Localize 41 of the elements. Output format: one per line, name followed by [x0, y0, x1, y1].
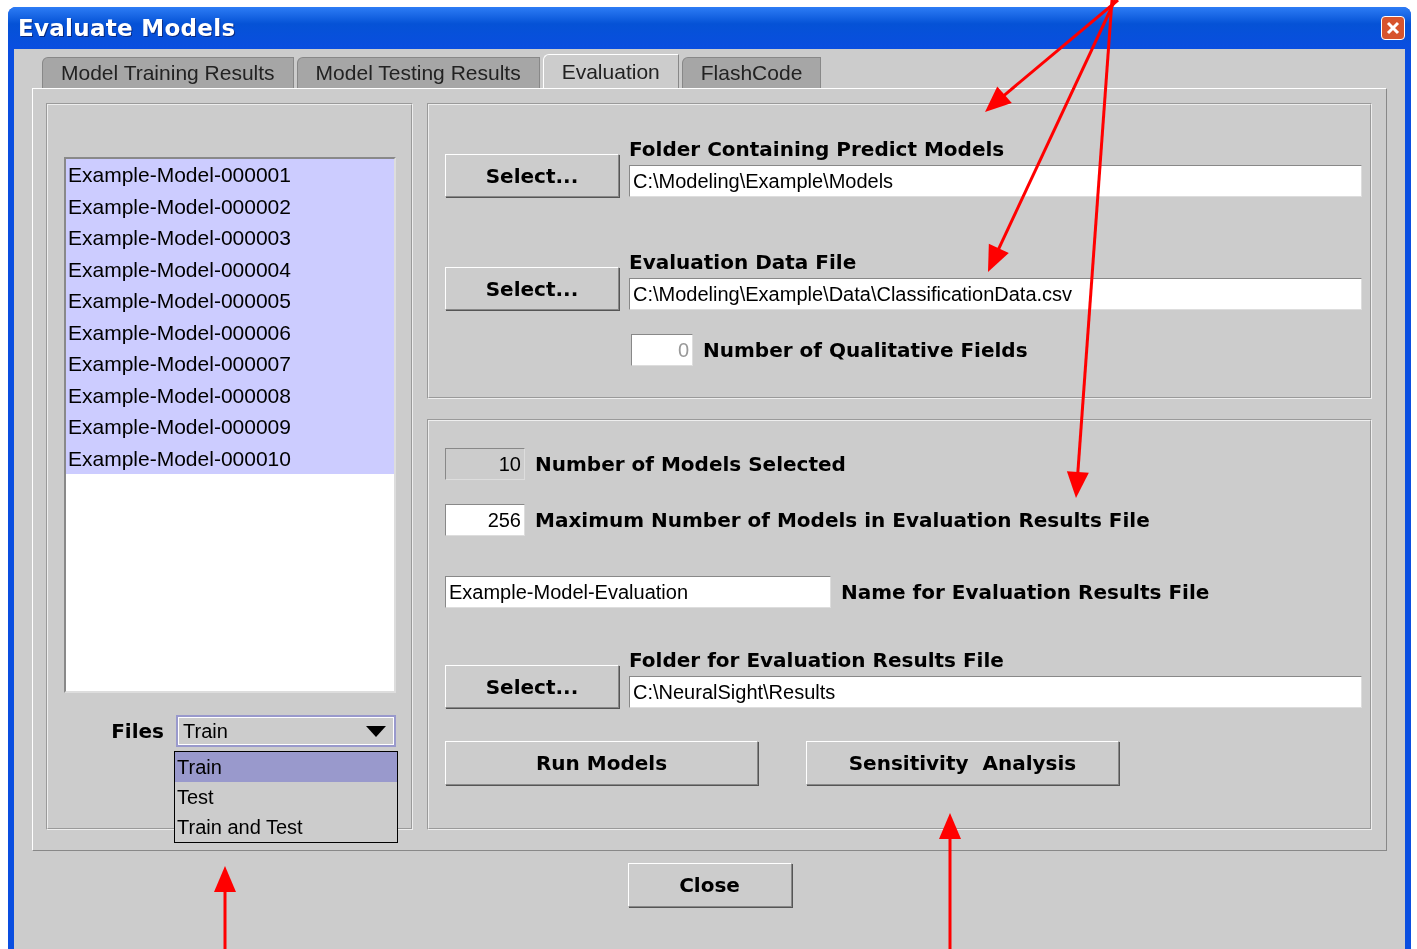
files-dropdown[interactable]: Train — [176, 715, 396, 747]
number-field[interactable]: 256 — [445, 504, 525, 536]
list-item[interactable]: Example-Model-000002 — [66, 190, 394, 222]
close-button[interactable]: Close — [627, 863, 792, 907]
name-field[interactable]: Example-Model-Evaluation — [445, 576, 831, 608]
list-item[interactable]: Example-Model-000005 — [66, 285, 394, 317]
list-item[interactable]: Example-Model-000006 — [66, 316, 394, 348]
files-label: Files — [111, 719, 164, 743]
list-item[interactable]: Example-Model-000009 — [66, 411, 394, 443]
model-list[interactable] — [64, 157, 396, 693]
path-field[interactable]: C:\Modeling\Example\Data\ClassificationData.csv — [629, 278, 1362, 310]
select-button[interactable]: Select... — [445, 665, 619, 708]
field-label: Name for Evaluation Results File — [841, 580, 1210, 604]
list-item[interactable]: Example-Model-000010 — [66, 442, 394, 474]
field-label: Number of Qualitative Fields — [703, 338, 1028, 362]
caret-icon — [366, 725, 386, 737]
list-item[interactable]: Example-Model-000003 — [66, 222, 394, 254]
tab[interactable]: FlashCode — [681, 57, 822, 88]
path-field[interactable]: C:\Modeling\Example\Models — [629, 165, 1362, 197]
select-button[interactable]: Select... — [445, 267, 619, 310]
field-label: Maximum Number of Models in Evaluation Results File — [535, 508, 1150, 532]
list-item[interactable]: Example-Model-000007 — [66, 348, 394, 380]
tab[interactable]: Model Training Results — [42, 57, 294, 88]
list-item[interactable]: Example-Model-000008 — [66, 379, 394, 411]
dropdown-option[interactable]: Train and Test — [175, 812, 397, 842]
path-field[interactable]: C:\NeuralSight\Results — [629, 676, 1362, 708]
field-label: Evaluation Data File — [629, 250, 858, 274]
list-item[interactable]: Example-Model-000001 — [66, 159, 394, 191]
action-button[interactable]: Run Models — [445, 741, 758, 785]
field-label: Folder for Evaluation Results File — [629, 648, 1005, 672]
list-item[interactable]: Example-Model-000004 — [66, 253, 394, 285]
field-label: Folder Containing Predict Models — [629, 137, 1006, 161]
close-icon[interactable] — [1381, 16, 1405, 40]
tab[interactable]: Evaluation — [542, 54, 679, 88]
dropdown-option[interactable]: Train — [175, 752, 397, 782]
tab[interactable]: Model Testing Results — [296, 57, 540, 88]
field-label: Number of Models Selected — [535, 452, 846, 476]
select-button[interactable]: Select... — [445, 154, 619, 197]
dropdown-option[interactable]: Test — [175, 782, 397, 812]
window-title: Evaluate Models — [18, 15, 236, 41]
action-button[interactable]: Sensitivity Analysis — [806, 741, 1119, 785]
